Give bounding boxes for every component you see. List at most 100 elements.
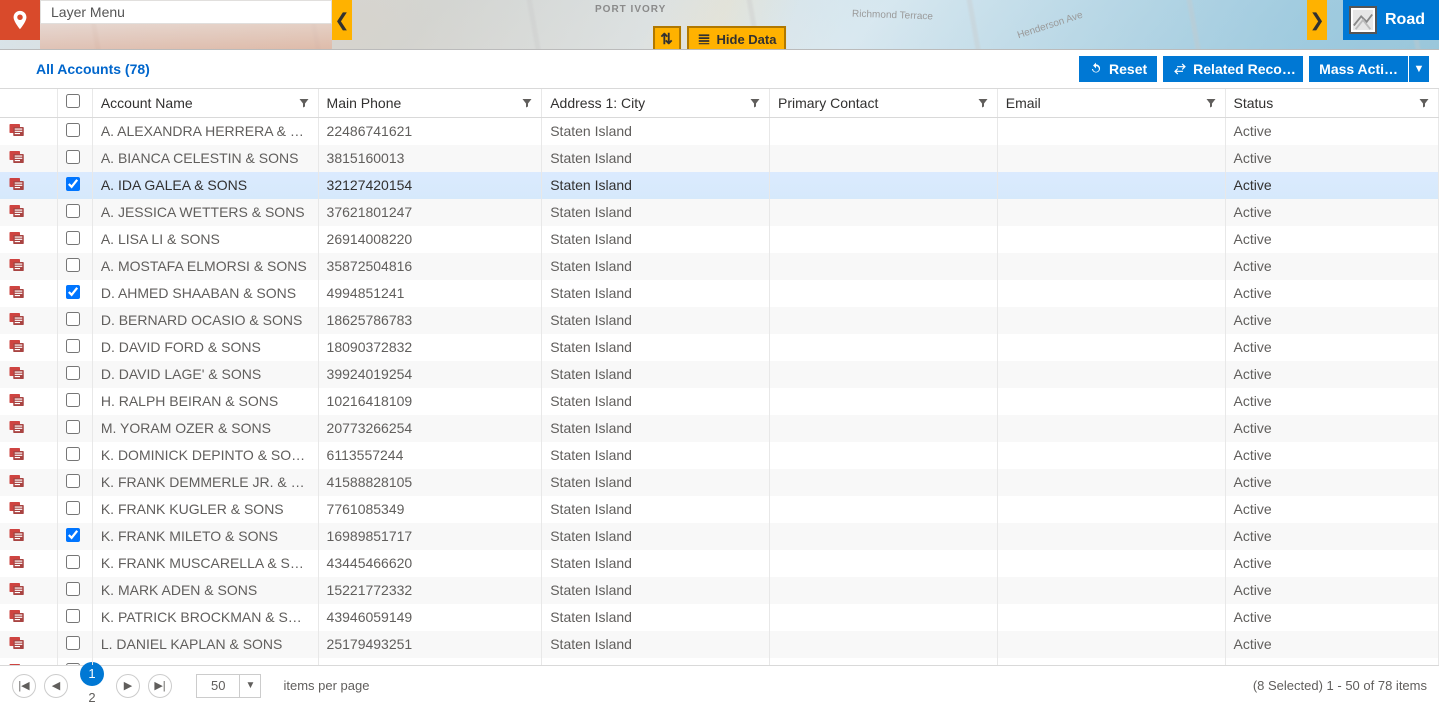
- open-record-icon[interactable]: [8, 554, 26, 570]
- table-row[interactable]: H. RALPH BEIRAN & SONS10216418109Staten …: [0, 388, 1439, 415]
- row-checkbox[interactable]: [66, 555, 80, 569]
- pager-first[interactable]: |◀: [12, 674, 36, 698]
- table-row[interactable]: M. YORAM OZER & SONS20773266254Staten Is…: [0, 415, 1439, 442]
- view-title[interactable]: All Accounts (78): [36, 61, 150, 77]
- table-row[interactable]: K. FRANK MILETO & SONS16989851717Staten …: [0, 523, 1439, 550]
- row-checkbox[interactable]: [66, 231, 80, 245]
- row-checkbox[interactable]: [66, 312, 80, 326]
- cell-email: [997, 199, 1225, 226]
- row-checkbox[interactable]: [66, 582, 80, 596]
- open-record-icon[interactable]: [8, 149, 26, 165]
- col-email[interactable]: Email: [997, 89, 1225, 117]
- cell-contact: [769, 658, 997, 666]
- open-record-icon[interactable]: [8, 419, 26, 435]
- open-record-icon[interactable]: [8, 230, 26, 246]
- row-checkbox[interactable]: [66, 663, 80, 666]
- table-row[interactable]: D. DAVID FORD & SONS18090372832Staten Is…: [0, 334, 1439, 361]
- open-record-icon[interactable]: [8, 473, 26, 489]
- row-checkbox[interactable]: [66, 528, 80, 542]
- row-checkbox[interactable]: [66, 447, 80, 461]
- row-checkbox[interactable]: [66, 177, 80, 191]
- row-checkbox[interactable]: [66, 258, 80, 272]
- mass-actions-caret[interactable]: ▼: [1409, 56, 1429, 82]
- table-row[interactable]: D. AHMED SHAABAN & SONS4994851241Staten …: [0, 280, 1439, 307]
- row-checkbox[interactable]: [66, 609, 80, 623]
- layer-menu-dropdown[interactable]: Layer Menu: [40, 0, 332, 24]
- table-row[interactable]: D. BERNARD OCASIO & SONS18625786783State…: [0, 307, 1439, 334]
- row-checkbox[interactable]: [66, 636, 80, 650]
- row-checkbox[interactable]: [66, 366, 80, 380]
- table-row[interactable]: A. ALEXANDRA HERRERA & SONS22486741621St…: [0, 117, 1439, 145]
- row-checkbox[interactable]: [66, 204, 80, 218]
- open-record-icon[interactable]: [8, 122, 26, 138]
- col-city[interactable]: Address 1: City: [542, 89, 770, 117]
- open-record-icon[interactable]: [8, 392, 26, 408]
- table-row[interactable]: K. FRANK MUSCARELLA & SONS43445466620Sta…: [0, 550, 1439, 577]
- filter-icon[interactable]: [1205, 97, 1217, 109]
- cell-name: K. FRANK MUSCARELLA & SONS: [92, 550, 318, 577]
- row-checkbox[interactable]: [66, 393, 80, 407]
- open-record-icon[interactable]: [8, 446, 26, 462]
- table-row[interactable]: A. MOSTAFA ELMORSI & SONS35872504816Stat…: [0, 253, 1439, 280]
- pager-page-2[interactable]: 2: [80, 686, 104, 710]
- open-record-icon[interactable]: [8, 365, 26, 381]
- table-row[interactable]: D. DAVID LAGE' & SONS39924019254Staten I…: [0, 361, 1439, 388]
- filter-icon[interactable]: [298, 97, 310, 109]
- table-row[interactable]: A. IDA GALEA & SONS32127420154Staten Isl…: [0, 172, 1439, 199]
- table-row[interactable]: A. BIANCA CELESTIN & SONS3815160013State…: [0, 145, 1439, 172]
- row-checkbox[interactable]: [66, 123, 80, 137]
- hide-data-button[interactable]: Hide Data: [687, 26, 787, 50]
- collapse-right-button[interactable]: ❯: [1307, 0, 1327, 40]
- select-all-checkbox[interactable]: [66, 94, 80, 108]
- open-record-icon[interactable]: [8, 581, 26, 597]
- map-type-selector[interactable]: Road: [1343, 0, 1439, 40]
- row-checkbox[interactable]: [66, 285, 80, 299]
- filter-icon[interactable]: [521, 97, 533, 109]
- open-record-icon[interactable]: [8, 257, 26, 273]
- table-row[interactable]: K. MARK ADEN & SONS15221772332Staten Isl…: [0, 577, 1439, 604]
- expand-vertical-button[interactable]: ⇅: [653, 26, 681, 50]
- grid-scroll[interactable]: Account Name Main Phone Address 1: City …: [0, 89, 1439, 665]
- open-record-icon[interactable]: [8, 527, 26, 543]
- open-record-icon[interactable]: [8, 338, 26, 354]
- related-records-button[interactable]: Related Reco…: [1163, 56, 1303, 82]
- table-row[interactable]: L. DANIEL KAPLAN & SONS25179493251Staten…: [0, 631, 1439, 658]
- row-checkbox[interactable]: [66, 501, 80, 515]
- row-checkbox[interactable]: [66, 474, 80, 488]
- pager-last[interactable]: ▶|: [148, 674, 172, 698]
- open-record-icon[interactable]: [8, 176, 26, 192]
- open-record-icon[interactable]: [8, 311, 26, 327]
- table-row[interactable]: K. DOMINICK DEPINTO & SONS6113557244Stat…: [0, 442, 1439, 469]
- table-row[interactable]: K. FRANK DEMMERLE JR. & SONS41588828105S…: [0, 469, 1439, 496]
- open-record-icon[interactable]: [8, 500, 26, 516]
- collapse-left-button[interactable]: ❮: [332, 0, 352, 40]
- col-main-phone[interactable]: Main Phone: [318, 89, 542, 117]
- pager-next[interactable]: ▶: [116, 674, 140, 698]
- open-record-icon[interactable]: [8, 284, 26, 300]
- col-select-all[interactable]: [57, 89, 92, 117]
- table-row[interactable]: K. FRANK KUGLER & SONS7761085349Staten I…: [0, 496, 1439, 523]
- open-record-icon[interactable]: [8, 635, 26, 651]
- filter-icon[interactable]: [1418, 97, 1430, 109]
- col-primary-contact[interactable]: Primary Contact: [769, 89, 997, 117]
- pager-page-1[interactable]: 1: [80, 662, 104, 686]
- table-row[interactable]: A. JESSICA WETTERS & SONS37621801247Stat…: [0, 199, 1439, 226]
- page-size-select[interactable]: 50 ▼: [196, 674, 261, 698]
- locate-button[interactable]: [0, 0, 40, 40]
- col-status[interactable]: Status: [1225, 89, 1438, 117]
- row-checkbox[interactable]: [66, 420, 80, 434]
- pager-prev[interactable]: ◀: [44, 674, 68, 698]
- reset-button[interactable]: Reset: [1079, 56, 1157, 82]
- open-record-icon[interactable]: [8, 662, 26, 666]
- filter-icon[interactable]: [977, 97, 989, 109]
- open-record-icon[interactable]: [8, 608, 26, 624]
- table-row[interactable]: L. DANIEL O'CONNOR & SONS37737519342Stat…: [0, 658, 1439, 666]
- row-checkbox[interactable]: [66, 150, 80, 164]
- row-checkbox[interactable]: [66, 339, 80, 353]
- open-record-icon[interactable]: [8, 203, 26, 219]
- filter-icon[interactable]: [749, 97, 761, 109]
- table-row[interactable]: K. PATRICK BROCKMAN & SONS43946059149Sta…: [0, 604, 1439, 631]
- table-row[interactable]: A. LISA LI & SONS26914008220Staten Islan…: [0, 226, 1439, 253]
- mass-actions-button[interactable]: Mass Acti…: [1309, 56, 1408, 82]
- col-account-name[interactable]: Account Name: [92, 89, 318, 117]
